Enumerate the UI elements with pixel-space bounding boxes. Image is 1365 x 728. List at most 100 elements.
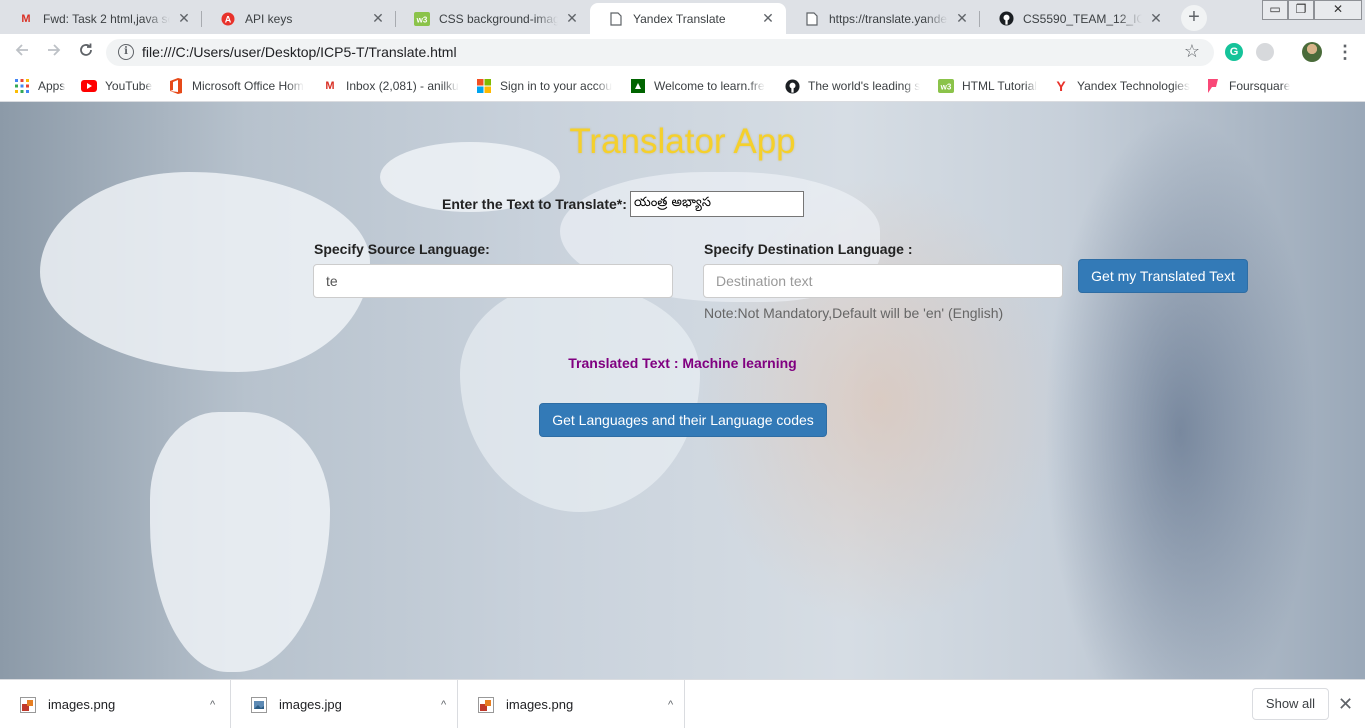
github-icon [998,11,1014,27]
download-item[interactable]: images.png ^ [0,680,231,728]
freecodecamp-icon [630,78,646,94]
tab-title: Yandex Translate [633,11,726,26]
image-file-icon [20,696,36,713]
svg-text:A: A [225,14,232,24]
gmail-icon: M [325,80,335,92]
bookmark-label: YouTube [105,79,153,93]
reload-button[interactable] [74,40,98,64]
reload-icon [80,43,92,56]
chevron-up-icon[interactable]: ^ [441,699,446,711]
translate-button[interactable]: Get my Translated Text [1078,259,1248,293]
download-filename: images.jpg [279,697,342,712]
maximize-button[interactable]: ❐ [1288,0,1314,20]
info-icon[interactable]: i [118,44,134,60]
tab-strip: M Fwd: Task 2 html,java scr ✕ A API keys… [0,0,1365,34]
bookmark-apps[interactable]: Apps [14,77,65,95]
bookmark-github[interactable]: The world's leading s [784,77,922,95]
youtube-icon [81,78,97,94]
bookmark-foursquare[interactable]: Foursquare [1205,77,1290,95]
extension-icon[interactable] [1256,43,1274,61]
download-filename: images.png [506,697,574,712]
close-icon[interactable]: ✕ [760,10,776,27]
source-language-input[interactable] [313,264,673,298]
yandex-api-icon: A [220,11,236,27]
close-icon[interactable]: ✕ [1338,694,1353,715]
bookmarks-bar: Apps YouTube Microsoft Office Hom M Inbo… [0,70,1365,102]
page-title: Translator App [569,122,796,161]
bookmark-label: Microsoft Office Hom [192,79,304,93]
window-close-button[interactable]: ✕ [1314,0,1362,20]
tab-title: CS5590_TEAM_12_ICP/IC [1023,11,1142,26]
chevron-up-icon[interactable]: ^ [668,699,673,711]
bookmark-label: Foursquare [1229,79,1291,93]
foursquare-icon [1205,78,1221,94]
close-icon[interactable]: ✕ [176,10,192,27]
tab-translate-yandex-url[interactable]: https://translate.yandex. ✕ [786,3,980,34]
bookmark-html-tutorial[interactable]: w3 HTML Tutorial [938,77,1037,95]
bookmark-freecodecamp[interactable]: Welcome to learn.fre [630,77,768,95]
download-item[interactable]: images.png ^ [458,680,685,728]
download-shelf: images.png ^ images.jpg ^ images.png ^ S… [0,679,1365,728]
tab-title: https://translate.yandex. [829,11,948,26]
bookmark-label: The world's leading s [808,79,921,93]
forward-arrow-icon [48,44,61,56]
close-icon[interactable]: ✕ [370,10,386,27]
avatar[interactable] [1302,42,1322,62]
bookmark-label: Welcome to learn.fre [654,79,765,93]
text-input-label: Enter the Text to Translate*: [442,196,627,212]
bookmark-star-icon[interactable]: ☆ [1184,41,1200,62]
forward-button[interactable] [42,40,66,64]
tab-title: Fwd: Task 2 html,java scr [43,11,170,26]
microsoft-icon [476,78,492,94]
close-icon[interactable]: ✕ [564,10,580,27]
chevron-up-icon[interactable]: ^ [210,699,215,711]
url-text[interactable]: file:///C:/Users/user/Desktop/ICP5-T/Tra… [142,44,457,60]
page-icon [804,11,820,27]
page-icon [608,11,624,27]
tab-gmail-fwd[interactable]: M Fwd: Task 2 html,java scr ✕ [0,3,202,34]
svg-text:w3: w3 [940,83,952,92]
apps-grid-icon [14,78,30,94]
image-file-icon [478,696,494,713]
download-filename: images.png [48,697,116,712]
get-languages-button[interactable]: Get Languages and their Language codes [539,403,827,437]
destination-language-input[interactable] [703,264,1063,298]
browser-toolbar: i file:///C:/Users/user/Desktop/ICP5-T/T… [0,34,1365,70]
bookmark-microsoft-signin[interactable]: Sign in to your accou [476,77,614,95]
tab-yandex-translate[interactable]: Yandex Translate ✕ [590,3,786,34]
address-bar[interactable]: i file:///C:/Users/user/Desktop/ICP5-T/T… [106,39,1214,66]
office-icon [168,78,184,94]
close-icon[interactable]: ✕ [954,10,970,27]
yandex-icon: Y [1056,78,1066,94]
tab-css-background[interactable]: w3 CSS background-image ✕ [396,3,590,34]
bookmark-inbox[interactable]: M Inbox (2,081) - anilku [322,77,460,95]
destination-language-label: Specify Destination Language : [704,241,913,257]
menu-kebab-icon[interactable]: ⋮ [1336,40,1354,64]
text-to-translate-input[interactable] [630,191,804,217]
bookmark-yandex[interactable]: Y Yandex Technologies [1053,77,1190,95]
bookmark-label: Yandex Technologies [1077,79,1190,93]
tab-github-team[interactable]: CS5590_TEAM_12_ICP/IC ✕ [980,3,1174,34]
back-button[interactable] [10,40,34,64]
bookmark-label: HTML Tutorial [962,79,1037,93]
new-tab-button[interactable]: + [1181,5,1207,31]
bookmark-label: Sign in to your accou [500,79,613,93]
close-icon[interactable]: ✕ [1148,10,1164,27]
bookmark-office[interactable]: Microsoft Office Hom [168,77,306,95]
w3schools-icon: w3 [938,78,954,94]
tab-title: CSS background-image [439,11,558,26]
bookmark-youtube[interactable]: YouTube [81,77,152,95]
w3schools-icon: w3 [414,11,430,27]
page-content: Translator App Enter the Text to Transla… [0,102,1365,679]
bookmark-label: Apps [38,79,66,93]
grammarly-icon[interactable]: G [1225,43,1243,61]
minimize-button[interactable]: ▭ [1262,0,1288,20]
show-all-button[interactable]: Show all [1252,688,1329,720]
source-language-label: Specify Source Language: [314,241,490,257]
map-africa [460,282,700,512]
destination-note: Note:Not Mandatory,Default will be 'en' … [704,305,1004,321]
svg-text:w3: w3 [416,15,428,24]
back-arrow-icon [15,44,28,56]
download-item[interactable]: images.jpg ^ [231,680,458,728]
tab-api-keys[interactable]: A API keys ✕ [202,3,396,34]
